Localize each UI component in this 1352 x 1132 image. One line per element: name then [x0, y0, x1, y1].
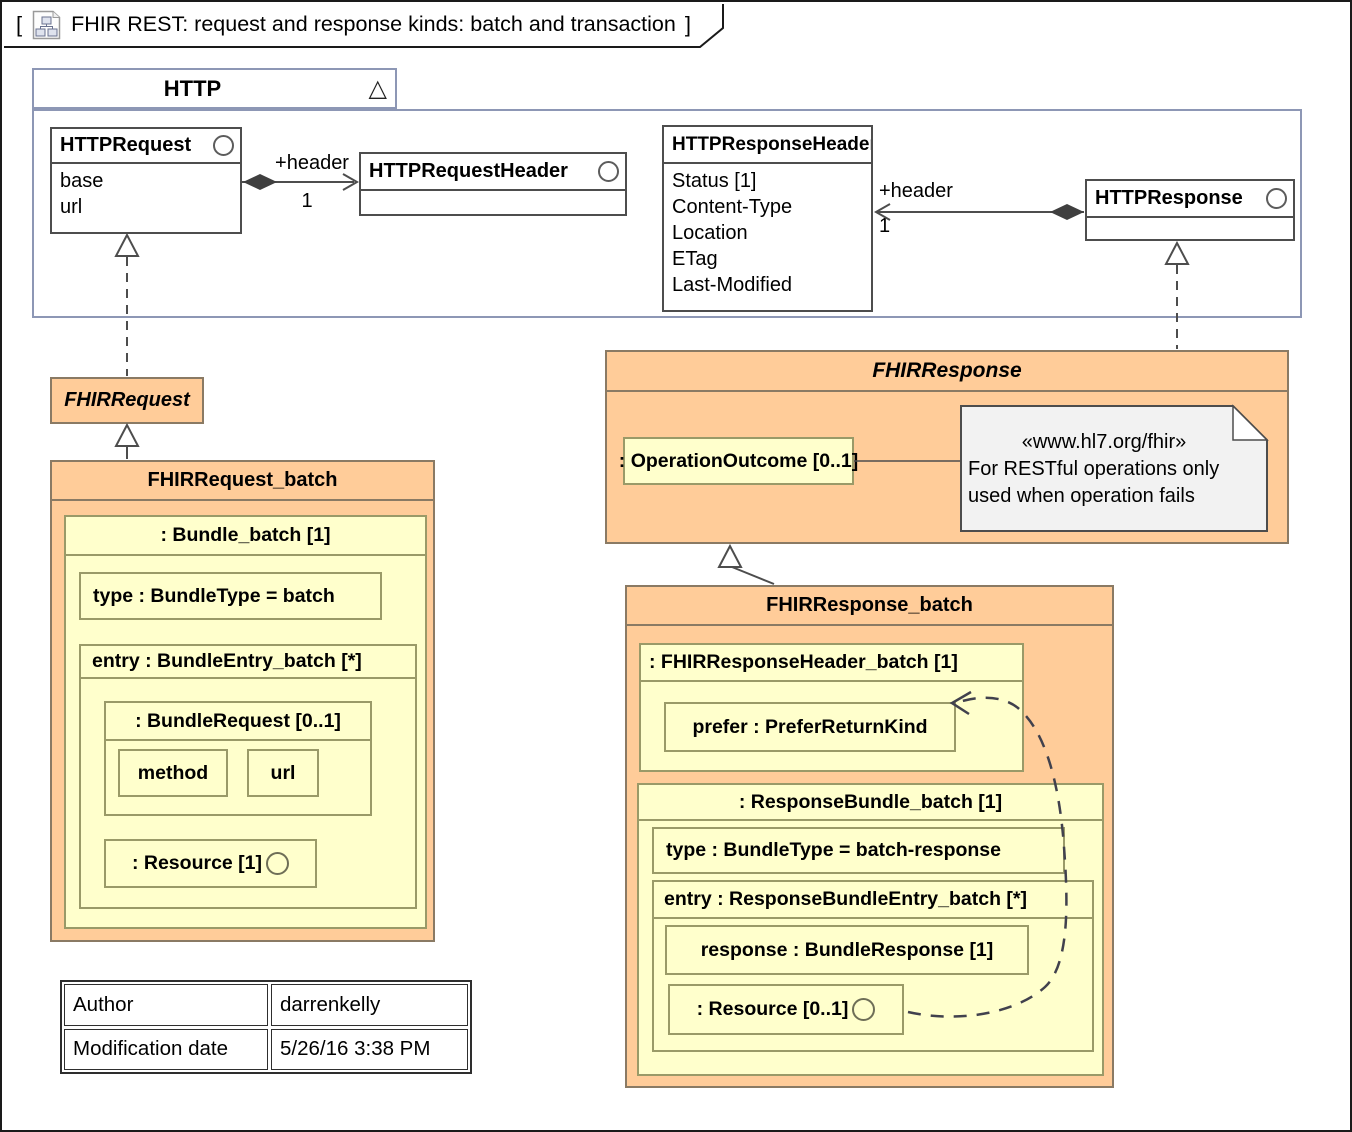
- class-title: HTTPResponseHeader: [664, 127, 871, 164]
- attribute-url[interactable]: url: [60, 194, 232, 220]
- attribute-location[interactable]: Location: [672, 220, 863, 246]
- property-prefer[interactable]: prefer : PreferReturnKind: [664, 702, 956, 752]
- association-multiplicity[interactable]: 1: [879, 215, 909, 238]
- class-httpresponse[interactable]: HTTPResponse: [1085, 179, 1295, 241]
- class-name: HTTPRequestHeader: [369, 160, 568, 183]
- class-title: HTTPRequestHeader: [361, 154, 625, 191]
- class-title: HTTPRequest: [52, 129, 240, 164]
- property-resource[interactable]: : Resource [1]: [104, 839, 317, 888]
- info-value-modification-date: 5/26/16 3:38 PM: [271, 1029, 468, 1071]
- note-line: used when operation fails: [961, 483, 1267, 510]
- attribute-list: Status [1] Content-Type Location ETag La…: [664, 164, 871, 302]
- property-title: : Resource [1]: [132, 852, 262, 875]
- class-name: HTTPRequest: [60, 134, 191, 157]
- class-name: HTTPResponseHeader: [672, 134, 871, 156]
- attribute-base[interactable]: base: [60, 168, 232, 194]
- diagram-kind-icon: [31, 9, 62, 41]
- interface-ball-icon: [266, 852, 289, 875]
- info-label-author: Author: [64, 984, 268, 1026]
- package-name: HTTP: [164, 76, 221, 102]
- attribute-last-modified[interactable]: Last-Modified: [672, 272, 863, 298]
- frame-bracket-close: ]: [685, 12, 691, 38]
- interface-ball-icon: [1266, 188, 1287, 209]
- property-title: : ResponseBundle_batch [1]: [639, 785, 1102, 821]
- property-title: : FHIRResponseHeader_batch [1]: [641, 645, 1022, 682]
- class-name: FHIRResponse: [607, 352, 1287, 392]
- note-comment[interactable]: «www.hl7.org/fhir» For RESTful operation…: [961, 406, 1267, 531]
- class-httprequestheader[interactable]: HTTPRequestHeader: [359, 152, 627, 216]
- frame-title: FHIR REST: request and response kinds: b…: [71, 12, 676, 37]
- generalization-triangle-icon: [719, 546, 741, 567]
- interface-ball-icon: [213, 135, 234, 156]
- class-name: FHIRRequest_batch: [52, 462, 433, 501]
- generalization-fhirrequestbatch-fhirrequest[interactable]: [116, 425, 138, 459]
- property-title: entry : BundleEntry_batch [*]: [81, 646, 415, 679]
- note-stereotype: «www.hl7.org/fhir»: [961, 429, 1267, 456]
- property-operationoutcome[interactable]: : OperationOutcome [0..1]: [623, 437, 854, 485]
- property-type-bundletype-batch[interactable]: type : BundleType = batch: [79, 572, 382, 620]
- association-multiplicity[interactable]: 1: [292, 190, 322, 213]
- class-fhirrequest[interactable]: FHIRRequest: [50, 377, 204, 424]
- property-type-bundletype-batch-response[interactable]: type : BundleType = batch-response: [652, 827, 1065, 874]
- generalization-fhirresponsebatch-fhirresponse[interactable]: [719, 546, 774, 584]
- property-title: : Bundle_batch [1]: [66, 517, 425, 556]
- interface-ball-icon: [598, 161, 619, 182]
- generalization-triangle-icon: [116, 425, 138, 446]
- property-title: entry : ResponseBundleEntry_batch [*]: [654, 882, 1092, 919]
- association-role-label[interactable]: +header: [879, 180, 969, 203]
- info-label-modification-date: Modification date: [64, 1029, 268, 1071]
- association-role-label[interactable]: +header: [270, 152, 354, 175]
- triangle-indicator-icon[interactable]: △: [369, 74, 387, 103]
- note-line: For RESTful operations only: [961, 456, 1267, 483]
- interface-ball-icon: [852, 998, 875, 1021]
- info-value-author: darrenkelly: [271, 984, 468, 1026]
- diagram-info-table[interactable]: Author darrenkelly Modification date 5/2…: [60, 980, 472, 1074]
- class-httpresponseheader[interactable]: HTTPResponseHeader Status [1] Content-Ty…: [662, 125, 873, 312]
- diagram-canvas: [ FHIR REST: request and response kinds:…: [0, 0, 1352, 1132]
- diagram-frame-tab[interactable]: [ FHIR REST: request and response kinds:…: [2, 2, 724, 47]
- property-url[interactable]: url: [247, 749, 319, 797]
- class-httprequest[interactable]: HTTPRequest base url: [50, 127, 242, 234]
- class-name: FHIRRequest: [64, 389, 190, 412]
- attribute-content-type[interactable]: Content-Type: [672, 194, 863, 220]
- attribute-list: base url: [52, 164, 240, 224]
- property-response-bundleresponse[interactable]: response : BundleResponse [1]: [665, 925, 1029, 975]
- package-http-tab[interactable]: HTTP △: [32, 68, 397, 109]
- class-name: FHIRResponse_batch: [627, 587, 1112, 626]
- frame-bracket-open: [: [16, 12, 22, 38]
- property-title: : BundleRequest [0..1]: [106, 703, 370, 741]
- attribute-status[interactable]: Status [1]: [672, 168, 863, 194]
- class-title: HTTPResponse: [1087, 181, 1293, 218]
- property-resource-optional[interactable]: : Resource [0..1]: [668, 984, 904, 1035]
- class-name: HTTPResponse: [1095, 187, 1243, 210]
- attribute-etag[interactable]: ETag: [672, 246, 863, 272]
- property-title: : Resource [0..1]: [697, 998, 849, 1021]
- property-method[interactable]: method: [118, 749, 228, 797]
